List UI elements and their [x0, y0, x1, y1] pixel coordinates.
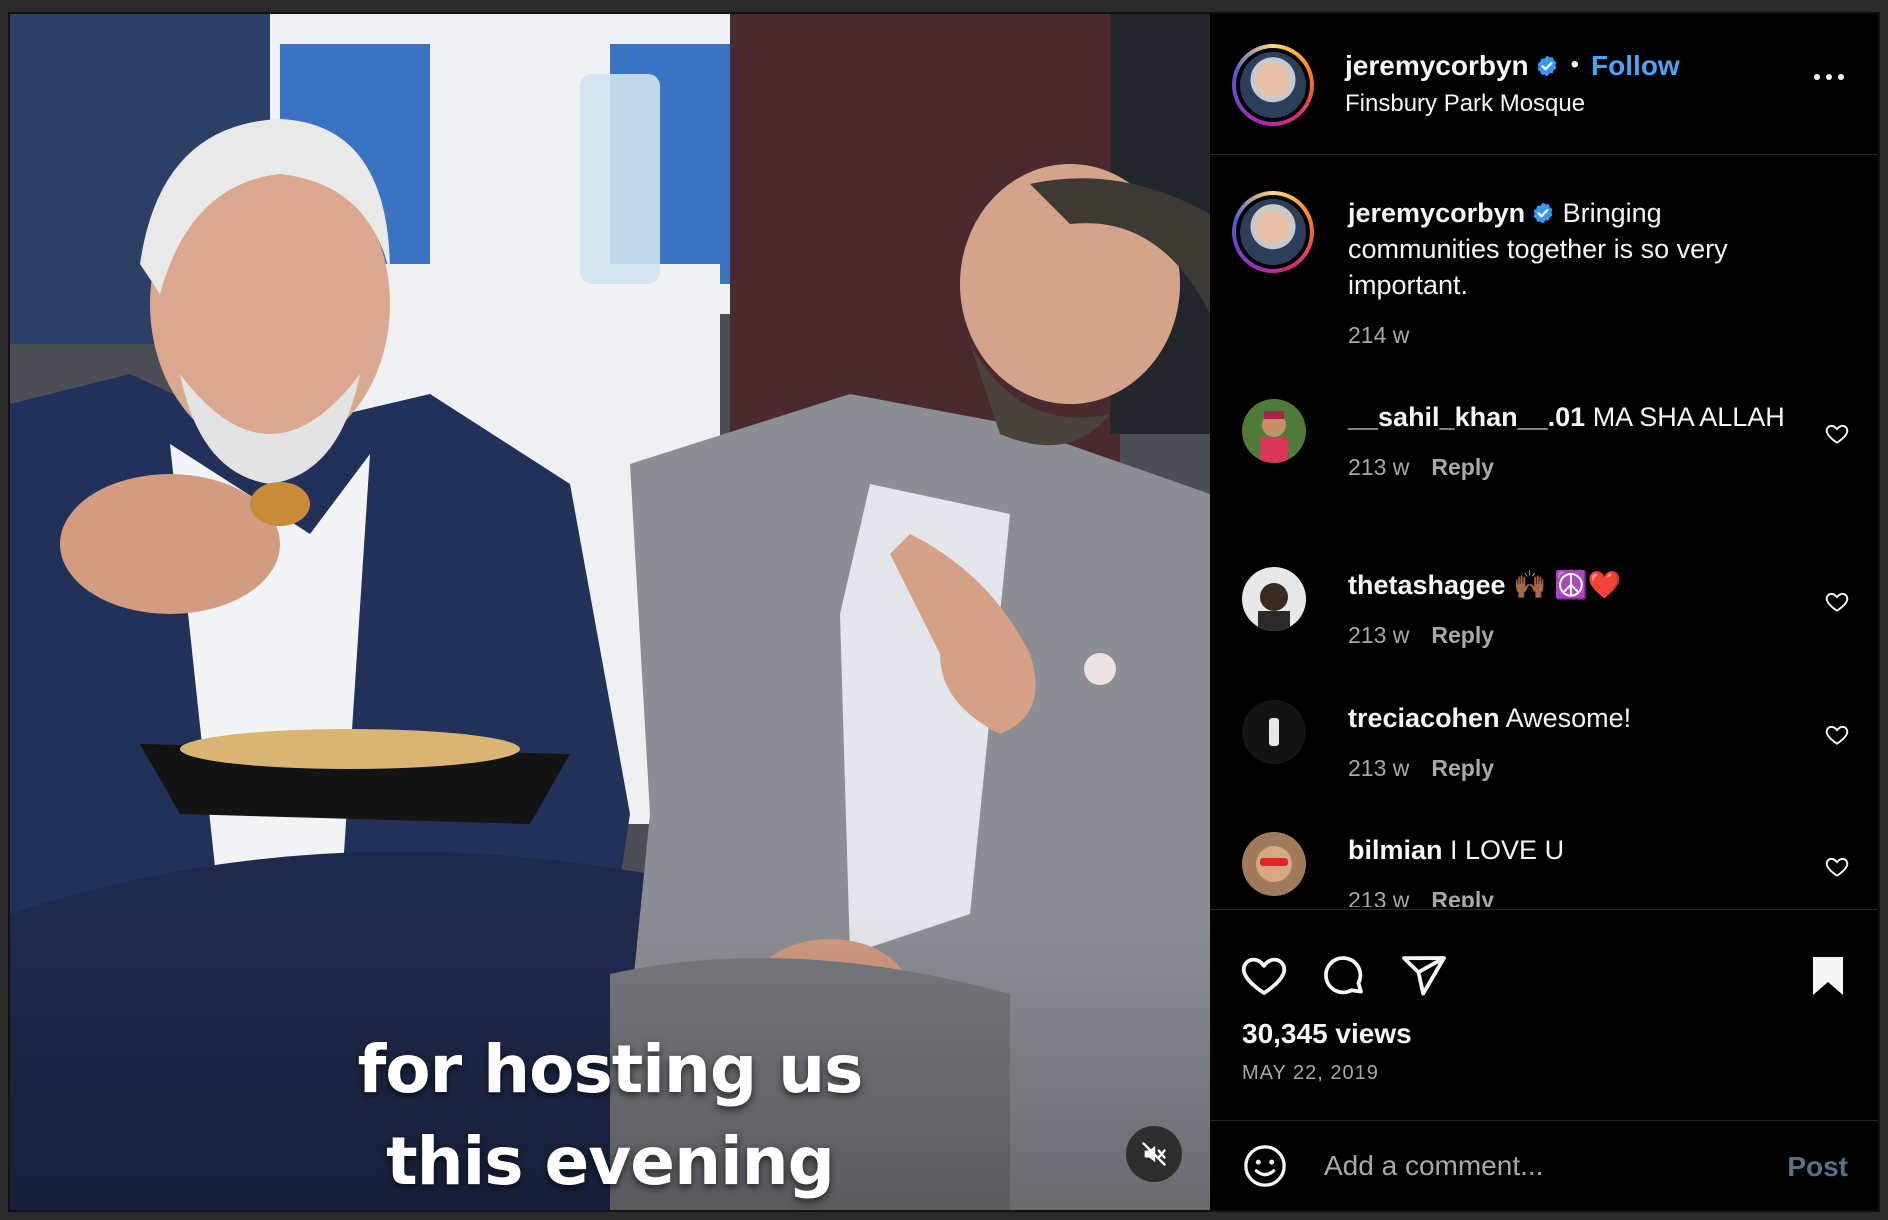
post-header: jeremycorbyn • Follow Finsbury Park Mosque [1210, 14, 1878, 155]
comment-text: Awesome! [1505, 703, 1632, 733]
post-actions: 30,345 views MAY 22, 2019 [1210, 909, 1878, 1121]
comment-text: I LOVE U [1450, 835, 1565, 865]
comment-username[interactable]: thetashagee [1348, 570, 1506, 600]
caption-age: 214 w [1348, 322, 1410, 348]
comment-icon[interactable] [1320, 952, 1368, 1000]
author-username[interactable]: jeremycorbyn [1345, 50, 1529, 81]
header-separator: • [1570, 51, 1580, 78]
comment-text: MA SHA ALLAH [1592, 402, 1785, 432]
post-comment-button[interactable]: Post [1787, 1151, 1848, 1183]
follow-button[interactable]: Follow [1591, 50, 1680, 81]
video-caption-line-1: for hosting us [357, 1031, 864, 1108]
commenter-avatar[interactable] [1242, 399, 1306, 463]
post-details-panel: jeremycorbyn • Follow Finsbury Park Mosque… [1210, 14, 1878, 1210]
verified-badge-icon [1537, 55, 1557, 77]
comment-composer: Post [1210, 1121, 1878, 1210]
commenter-avatar[interactable] [1242, 567, 1306, 631]
author-line: jeremycorbyn • Follow [1345, 50, 1680, 82]
comment-username[interactable]: __sahil_khan__.01 [1348, 402, 1585, 432]
commenter-avatar[interactable] [1242, 832, 1306, 896]
reply-button[interactable]: Reply [1431, 755, 1494, 781]
like-comment-heart-icon[interactable] [1824, 854, 1850, 880]
like-comment-heart-icon[interactable] [1824, 589, 1850, 615]
commenter-avatar[interactable] [1242, 700, 1306, 764]
post-date[interactable]: MAY 22, 2019 [1242, 1062, 1379, 1085]
caption-username[interactable]: jeremycorbyn [1348, 198, 1525, 228]
reply-button[interactable]: Reply [1431, 454, 1494, 480]
comment-username[interactable]: bilmian [1348, 835, 1443, 865]
reply-button[interactable]: Reply [1431, 622, 1494, 648]
share-icon[interactable] [1400, 952, 1448, 1000]
comment-age: 213 w [1348, 755, 1410, 781]
more-options-icon [1814, 74, 1820, 80]
heart-icon[interactable] [1240, 952, 1288, 1000]
emoji-icon[interactable] [1242, 1143, 1288, 1189]
video-caption: for hosting us this evening [10, 1024, 1210, 1208]
video-caption-line-2: this evening [386, 1123, 835, 1200]
post-modal: for hosting us this evening jeremycorbyn… [8, 12, 1880, 1212]
caption-author-avatar[interactable] [1232, 191, 1314, 273]
mute-toggle-button[interactable] [1126, 1126, 1182, 1182]
like-comment-heart-icon[interactable] [1824, 722, 1850, 748]
comment-body: treciacohen Awesome! 213 w Reply [1348, 700, 1788, 786]
comment-body: bilmian I LOVE U 213 w Reply [1348, 832, 1788, 907]
comment-text: 🙌🏾 ☮️❤️ [1513, 570, 1622, 600]
view-count[interactable]: 30,345 views [1242, 1018, 1412, 1050]
like-comment-heart-icon[interactable] [1824, 421, 1850, 447]
add-comment-input[interactable] [1322, 1141, 1756, 1191]
muted-speaker-icon [1142, 1142, 1166, 1166]
caption-body: jeremycorbyn Bringing communities togeth… [1348, 195, 1788, 353]
post-video[interactable]: for hosting us this evening [10, 14, 1210, 1210]
comment-age: 213 w [1348, 454, 1410, 480]
verified-badge-icon [1533, 202, 1553, 224]
bookmark-icon[interactable] [1804, 952, 1852, 1000]
comment-username[interactable]: treciacohen [1348, 703, 1500, 733]
more-options-button[interactable] [1814, 74, 1844, 80]
comment-body: __sahil_khan__.01 MA SHA ALLAH 213 w Repl… [1348, 399, 1788, 485]
comment-body: thetashagee 🙌🏾 ☮️❤️ 213 w Reply [1348, 567, 1788, 653]
reply-button[interactable]: Reply [1431, 887, 1494, 907]
comments-list[interactable]: jeremycorbyn Bringing communities togeth… [1210, 155, 1878, 907]
post-location[interactable]: Finsbury Park Mosque [1345, 90, 1585, 118]
comment-age: 213 w [1348, 887, 1410, 907]
author-avatar[interactable] [1232, 44, 1314, 126]
comment-age: 213 w [1348, 622, 1410, 648]
